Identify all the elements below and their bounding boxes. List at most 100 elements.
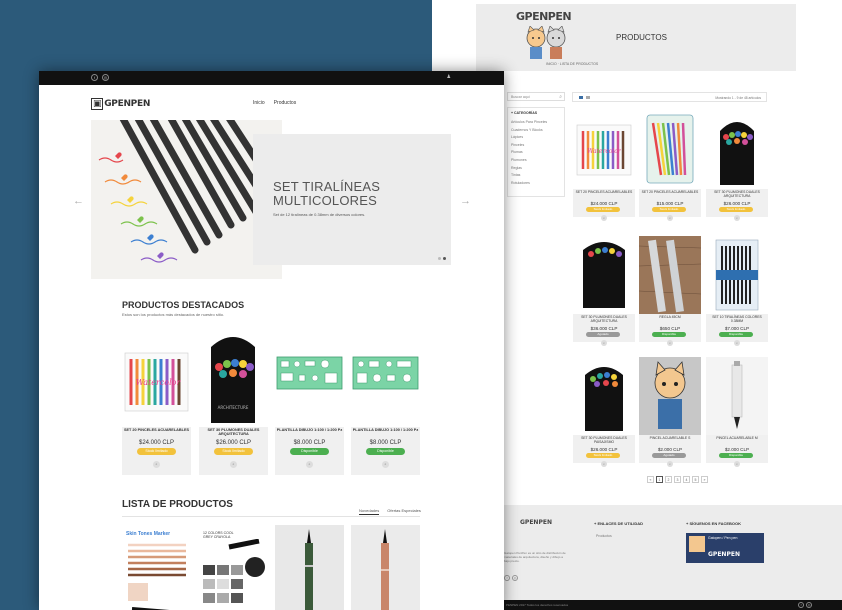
zoom-icon[interactable]: ⌕ (667, 215, 673, 221)
product-card[interactable]: PINCEL ACUARELABLE S $2.000 CLP Agotado … (639, 357, 701, 467)
product-name[interactable]: SET 30 PLUMONES DUALES ARQUITECTURA (707, 190, 767, 199)
instagram-icon[interactable]: ◎ (512, 575, 518, 581)
featured-product-card[interactable]: Watercolor SET 20 PINCELES ACUARELABLES … (122, 333, 191, 475)
zoom-icon[interactable]: ⌕ (382, 461, 389, 468)
product-image: ARCHITECTURE (199, 333, 268, 427)
category-item[interactable]: Pinceles (511, 142, 561, 150)
product-name[interactable]: SET 20 PINCELES ACUARELABLES (640, 190, 700, 195)
pagination: « 1 2 3 4 5 » (647, 476, 708, 484)
nav-item-productos[interactable]: Productos (274, 100, 297, 106)
slider-dot-active[interactable] (443, 257, 446, 260)
product-card[interactable]: SET 20 PINCELES ACUARELABLES $15.000 CLP… (639, 111, 701, 221)
pagination-page[interactable]: 4 (683, 476, 690, 483)
facebook-icon[interactable]: f (798, 602, 804, 608)
category-item[interactable]: Artículos Para Pinceles (511, 119, 561, 127)
stock-badge: Stock limitado (652, 207, 686, 212)
product-name[interactable]: PINCEL ACUARELABLE M (707, 436, 767, 441)
product-name[interactable]: PLANTILLA DIBUJO 1:100 / 1:200 Pz (276, 428, 343, 432)
product-card[interactable]: PINCEL ACUARELABLE M $2.000 CLP Disponib… (706, 357, 768, 467)
pagination-prev[interactable]: « (647, 476, 654, 483)
product-card[interactable]: SET 30 PLUMONES DUALES ARQUITECTURA $26.… (706, 111, 768, 221)
instagram-icon[interactable]: ◎ (102, 74, 109, 81)
category-item[interactable]: Reglas (511, 165, 561, 173)
slider-prev-arrow-icon[interactable]: ← (73, 195, 84, 207)
slider-dot[interactable] (438, 257, 441, 260)
product-box-title: 12 COLORS COOL GREY CRAYOLA (203, 531, 234, 539)
product-name[interactable]: SET 20 PINCELES ACUARELABLES (574, 190, 634, 195)
facebook-icon[interactable]: f (504, 575, 510, 581)
zoom-icon[interactable]: ⌕ (601, 340, 607, 346)
product-name[interactable]: SET 30 PLUMONES DUALES PAISAJISMO (574, 436, 634, 445)
product-image (351, 333, 420, 427)
product-name[interactable]: SET 20 PINCELES ACUARELABLES (123, 428, 190, 432)
product-list-tabs: Novedades Ofertas Especiales (359, 508, 421, 515)
category-item[interactable]: Plumas (511, 149, 561, 157)
facebook-page-widget[interactable]: Gatopen / Pen pen GPENPEN (686, 533, 764, 563)
product-name[interactable]: SET 30 PLUMONES DUALES ARQUITECTURA (574, 315, 634, 324)
search-input[interactable]: Buscar aquí ⌕ (507, 92, 565, 101)
product-card[interactable]: SET 30 PLUMONES DUALES ARQUITECTURA $36.… (573, 236, 635, 346)
category-item[interactable]: Tintas (511, 172, 561, 180)
product-card[interactable]: Watercolor SET 20 PINCELES ACUARELABLES … (573, 111, 635, 221)
instagram-icon[interactable]: ◎ (806, 602, 812, 608)
categories-panel: + CATEGORÍAS Artículos Para Pinceles Cua… (507, 107, 565, 197)
list-product-card[interactable]: 12 COLORS COOL GREY CRAYOLA (199, 525, 268, 610)
zoom-icon[interactable]: ⌕ (734, 340, 740, 346)
product-name[interactable]: SET 30 PLUMONES DUALES ARQUITECTURA (200, 428, 267, 437)
product-card[interactable]: REGLA 45CM $650 CLP Disponible ⌕ (639, 236, 701, 346)
zoom-icon[interactable]: ⌕ (601, 215, 607, 221)
list-product-card[interactable] (351, 525, 420, 610)
zoom-icon[interactable]: ⌕ (306, 461, 313, 468)
grid-list-view-icon[interactable] (579, 96, 591, 99)
featured-product-card[interactable]: ARCHITECTURE SET 30 PLUMONES DUALES ARQU… (199, 333, 268, 475)
list-product-card[interactable]: Skin Tones Marker (122, 525, 191, 610)
stock-badge: Disponible (652, 332, 686, 337)
user-icon[interactable]: ♟ (447, 74, 451, 80)
zoom-icon[interactable]: ⌕ (601, 461, 607, 467)
category-item[interactable]: Lápices (511, 134, 561, 142)
tab-ofertas-especiales[interactable]: Ofertas Especiales (387, 508, 421, 515)
zoom-icon[interactable]: ⌕ (667, 461, 673, 467)
pagination-page[interactable]: 3 (674, 476, 681, 483)
product-card[interactable]: SET 10 TIRALÍNEAS COLORES 0.38MM $7.000 … (706, 236, 768, 346)
category-item[interactable]: Plumones (511, 157, 561, 165)
footer-logo[interactable]: GPENPEN (520, 519, 552, 526)
list-product-card[interactable] (275, 525, 344, 610)
zoom-icon[interactable]: ⌕ (153, 461, 160, 468)
product-price: $2.000 CLP (657, 447, 683, 452)
featured-product-card[interactable]: PLANTILLA DIBUJO 1:100 / 1:200 Pz $8.000… (275, 333, 344, 475)
slider-dots (438, 257, 446, 260)
product-name[interactable]: PINCEL ACUARELABLE S (640, 436, 700, 441)
product-price: $36.000 CLP (590, 326, 618, 331)
site-logo[interactable]: ▣ GPENPEN (91, 98, 150, 110)
logo-text: GPENPEN (104, 99, 151, 109)
categories-title: + CATEGORÍAS (511, 111, 538, 115)
featured-product-card[interactable]: PLANTILLA DIBUJO 1:100 / 1:200 Pz $8.000… (351, 333, 420, 475)
product-card[interactable]: SET 30 PLUMONES DUALES PAISAJISMO $26.00… (573, 357, 635, 467)
slider-next-arrow-icon[interactable]: → (460, 195, 471, 207)
zoom-icon[interactable]: ⌕ (734, 215, 740, 221)
zoom-icon[interactable]: ⌕ (230, 461, 237, 468)
product-price: $2.000 CLP (724, 447, 750, 452)
featured-subtitle: Estos son los productos más destacados d… (122, 312, 225, 317)
pagination-page[interactable]: 5 (692, 476, 699, 483)
pagination-next[interactable]: » (701, 476, 708, 483)
facebook-icon[interactable]: f (91, 74, 98, 81)
category-item[interactable]: Rotuladores (511, 180, 561, 188)
pagination-page[interactable]: 1 (656, 476, 663, 483)
search-icon[interactable]: ⌕ (559, 94, 562, 100)
product-name[interactable]: SET 10 TIRALÍNEAS COLORES 0.38MM (707, 315, 767, 324)
product-name[interactable]: REGLA 45CM (640, 315, 700, 320)
site-logo[interactable]: GPENPEN (516, 10, 578, 62)
product-name[interactable]: PLANTILLA DIBUJO 1:100 / 1:200 Pz (352, 428, 419, 432)
footer-link-products[interactable]: Productos (596, 534, 612, 538)
tabs-divider (122, 516, 420, 517)
zoom-icon[interactable]: ⌕ (734, 461, 740, 467)
zoom-icon[interactable]: ⌕ (667, 340, 673, 346)
tab-novedades[interactable]: Novedades (359, 508, 380, 515)
nav-item-inicio[interactable]: Inicio (253, 100, 265, 106)
product-price: $8.000 CLP (293, 440, 326, 446)
breadcrumb[interactable]: INICIO · LISTA DE PRODUCTOS (546, 62, 598, 66)
pagination-page[interactable]: 2 (665, 476, 672, 483)
category-item[interactable]: Cuadernos Y Blocks (511, 127, 561, 135)
